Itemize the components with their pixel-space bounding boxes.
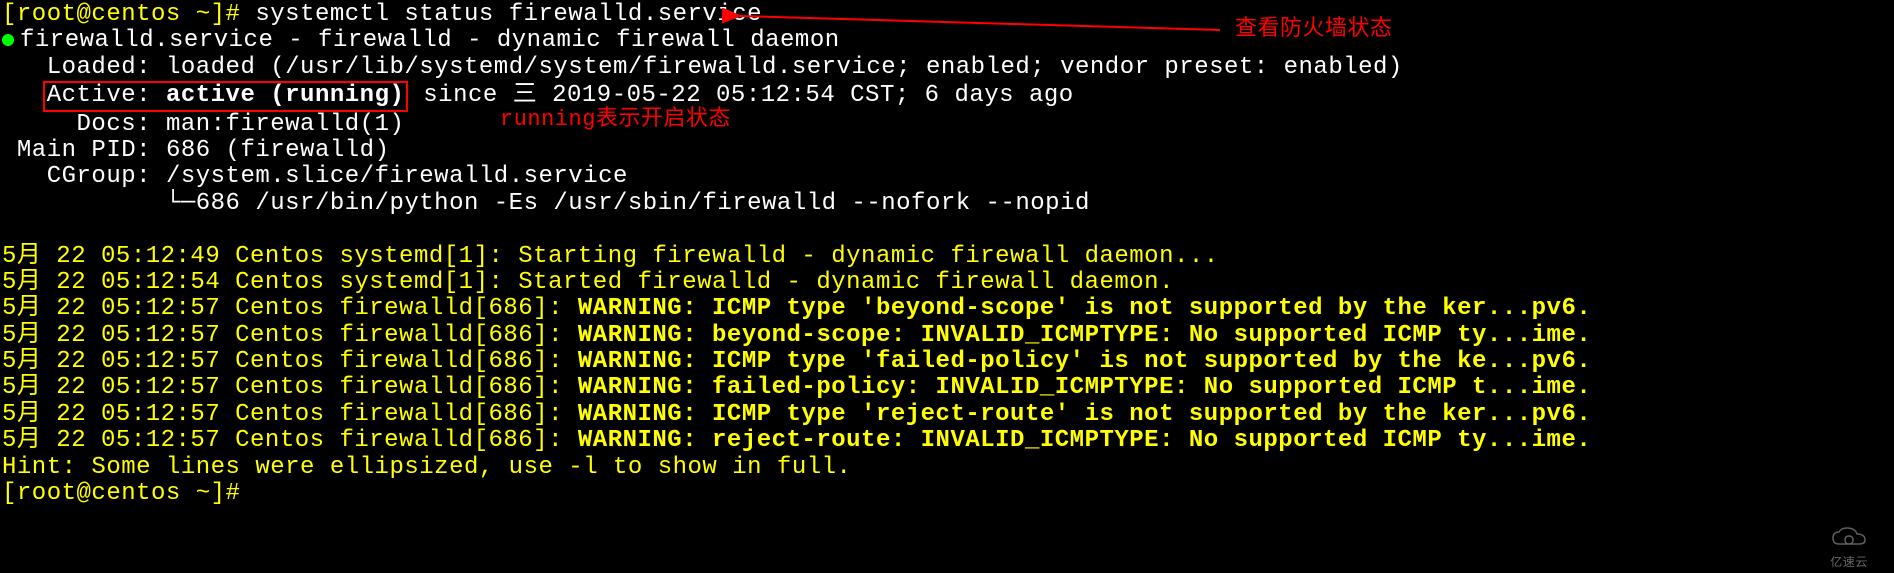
prompt-user: [root@centos ~] <box>2 1 226 28</box>
unit-header: firewalld.service - firewalld - dynamic … <box>20 27 840 54</box>
log-msg: WARNING: beyond-scope: INVALID_ICMPTYPE:… <box>578 322 1591 349</box>
log-msg: WARNING: failed-policy: INVALID_ICMPTYPE… <box>578 374 1591 401</box>
log-line-1: 5月 22 05:12:49 Centos systemd[1]: Starti… <box>2 244 1892 270</box>
log-msg: Starting firewalld - dynamic firewall da… <box>518 243 1218 270</box>
log-line-4: 5月 22 05:12:57 Centos firewalld[686]: WA… <box>2 323 1892 349</box>
log-prefix: 5月 22 05:12:57 Centos firewalld[686]: <box>2 427 578 454</box>
annotation-running-label: running表示开启状态 <box>500 108 731 132</box>
annotation-status-label: 查看防火墙状态 <box>1235 18 1393 42</box>
docs-value: man:firewalld(1) <box>166 111 404 138</box>
cgroup-label: CGroup: <box>2 163 166 190</box>
log-prefix: 5月 22 05:12:57 Centos firewalld[686]: <box>2 401 578 428</box>
docs-label: Docs: <box>2 111 166 138</box>
terminal-line-prompt2: [root@centos ~]# <box>2 481 1892 507</box>
log-msg: WARNING: ICMP type 'reject-route' is not… <box>578 401 1591 428</box>
terminal-blank-line <box>2 217 1892 243</box>
log-msg: WARNING: reject-route: INVALID_ICMPTYPE:… <box>578 427 1591 454</box>
terminal-line-cgroup-tree: └─686 /usr/bin/python -Es /usr/sbin/fire… <box>2 191 1892 217</box>
prompt-hash: # <box>226 1 256 28</box>
prompt-hash: # <box>226 480 241 507</box>
mainpid-value: 686 (firewalld) <box>166 137 390 164</box>
log-line-3: 5月 22 05:12:57 Centos firewalld[686]: WA… <box>2 296 1892 322</box>
log-line-7: 5月 22 05:12:57 Centos firewalld[686]: WA… <box>2 402 1892 428</box>
log-prefix: 5月 22 05:12:57 Centos firewalld[686]: <box>2 295 578 322</box>
status-dot-icon <box>2 34 14 46</box>
mainpid-label: Main PID: <box>2 137 166 164</box>
log-prefix: 5月 22 05:12:57 Centos firewalld[686]: <box>2 374 578 401</box>
log-line-5: 5月 22 05:12:57 Centos firewalld[686]: WA… <box>2 349 1892 375</box>
command-text: systemctl status firewalld.service <box>255 1 762 28</box>
loaded-label: Loaded: <box>2 54 166 81</box>
prompt-user: [root@centos ~] <box>2 480 226 507</box>
loaded-value: loaded (/usr/lib/systemd/system/firewall… <box>166 54 1403 81</box>
watermark-logo: 亿速云 <box>1814 528 1884 568</box>
terminal-line-loaded: Loaded: loaded (/usr/lib/systemd/system/… <box>2 55 1892 81</box>
log-line-6: 5月 22 05:12:57 Centos firewalld[686]: WA… <box>2 375 1892 401</box>
log-prefix: 5月 22 05:12:57 Centos firewalld[686]: <box>2 348 578 375</box>
active-since: since 三 2019-05-22 05:12:54 CST; 6 days … <box>408 82 1073 109</box>
log-line-8: 5月 22 05:12:57 Centos firewalld[686]: WA… <box>2 428 1892 454</box>
terminal-line-mainpid: Main PID: 686 (firewalld) <box>2 138 1892 164</box>
terminal-line-cgroup: CGroup: /system.slice/firewalld.service <box>2 164 1892 190</box>
log-msg: Started firewalld - dynamic firewall dae… <box>518 269 1174 296</box>
active-value: active (running) <box>166 82 404 109</box>
watermark-text: 亿速云 <box>1830 557 1868 570</box>
log-msg: WARNING: ICMP type 'failed-policy' is no… <box>578 348 1591 375</box>
terminal-line-active: Active: active (running) since 三 2019-05… <box>2 81 1892 111</box>
active-label: Active: <box>47 82 166 109</box>
log-prefix: 5月 22 05:12:54 Centos systemd[1]: <box>2 269 518 296</box>
annotation-arrow-icon <box>720 8 1240 38</box>
log-msg: WARNING: ICMP type 'beyond-scope' is not… <box>578 295 1591 322</box>
log-prefix: 5月 22 05:12:57 Centos firewalld[686]: <box>2 322 578 349</box>
active-highlight-box: Active: active (running) <box>43 81 409 111</box>
cgroup-value: /system.slice/firewalld.service <box>166 163 628 190</box>
terminal-line-docs: Docs: man:firewalld(1) <box>2 112 1892 138</box>
log-line-2: 5月 22 05:12:54 Centos systemd[1]: Starte… <box>2 270 1892 296</box>
cloud-icon <box>1829 526 1869 557</box>
log-prefix: 5月 22 05:12:49 Centos systemd[1]: <box>2 243 518 270</box>
hint-line: Hint: Some lines were ellipsized, use -l… <box>2 455 1892 481</box>
